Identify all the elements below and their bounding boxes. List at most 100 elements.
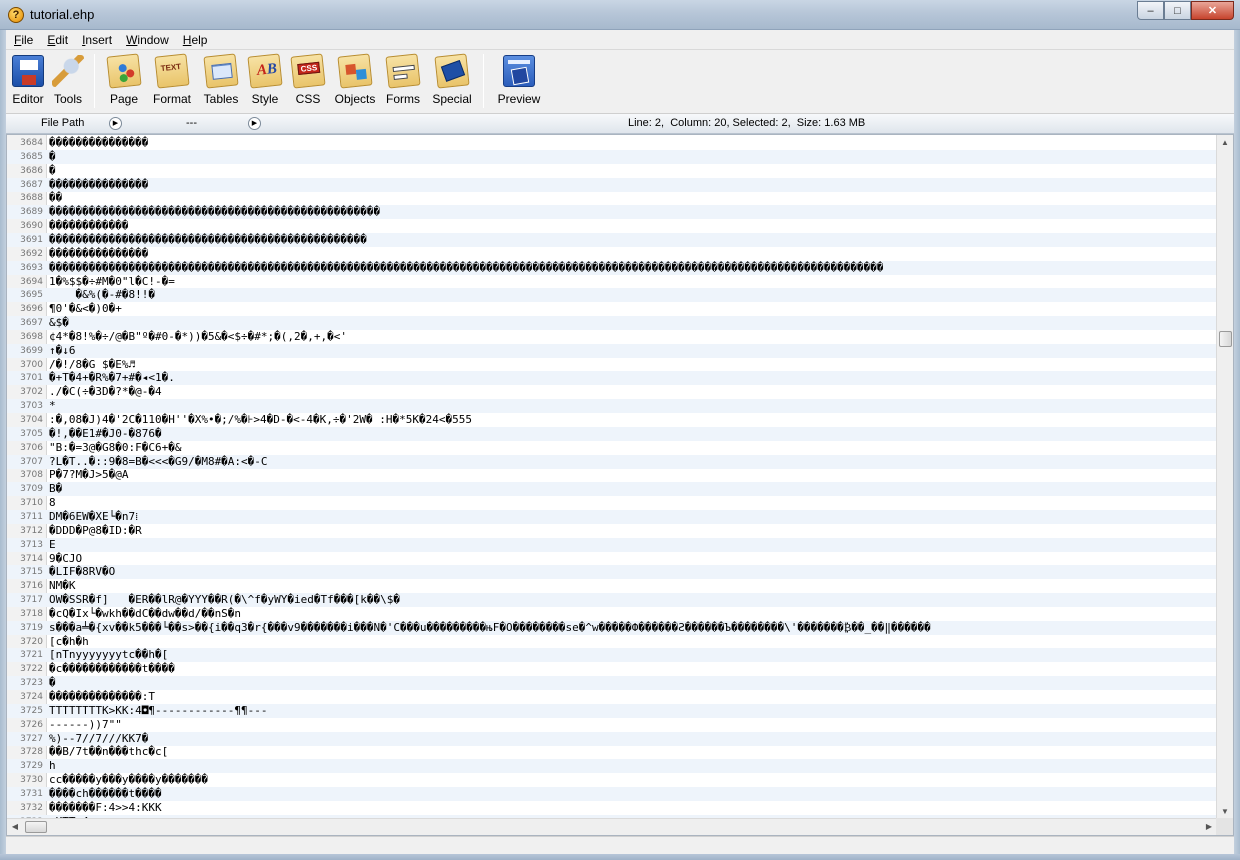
code-line[interactable]: 3703 *: [7, 399, 1217, 414]
code-line[interactable]: 3725 TTTTTTTTK>KK:4◘¶------------¶¶---: [7, 703, 1217, 718]
code-line[interactable]: 3690 ������������: [7, 219, 1217, 233]
code-line[interactable]: 3697 &$�: [7, 316, 1217, 331]
line-text: �: [49, 149, 56, 163]
code-line[interactable]: 3710 8: [7, 496, 1217, 510]
code-line[interactable]: 3707 ?L�T..�::9�8=B�<<<�G9/�M8#�A:<�-C: [7, 454, 1217, 469]
code-line[interactable]: 3702 ./�C(÷�3D�?*�@-�4: [7, 385, 1217, 399]
vertical-scroll-thumb[interactable]: [1219, 331, 1232, 347]
menu-item-help[interactable]: Help: [175, 33, 214, 47]
path-dropdown-arrow-icon[interactable]: ▶: [248, 117, 261, 130]
code-line[interactable]: 3684 ���������������: [7, 136, 1217, 150]
close-button[interactable]: ✕: [1191, 1, 1234, 20]
line-number: 3689: [20, 207, 43, 218]
format-label: Format: [152, 92, 191, 106]
code-line[interactable]: 3718 �cQ�Ix└�wkh��dC��dw��d/��nS�n: [7, 607, 1217, 621]
code-line[interactable]: 3692 ���������������: [7, 247, 1217, 261]
code-line[interactable]: 3689 ������������������������������������…: [7, 205, 1217, 220]
code-line[interactable]: 3686 �: [7, 164, 1217, 178]
page-button[interactable]: Page: [101, 50, 147, 110]
code-line[interactable]: 3724 ��������������:T: [7, 690, 1217, 704]
css-button[interactable]: CSS CSS: [285, 50, 331, 110]
code-line[interactable]: 3716 NM�K: [7, 579, 1217, 593]
code-line[interactable]: 3711 DM�6EW�XE└�n7⁞: [7, 509, 1217, 524]
file-path-label: File Path: [41, 117, 85, 129]
code-line[interactable]: 3713 E: [7, 537, 1217, 552]
scroll-right-icon[interactable]: ▶: [1201, 819, 1217, 835]
preview-button[interactable]: Preview: [490, 50, 548, 110]
special-icon: [434, 53, 470, 89]
line-number: 3686: [20, 165, 43, 176]
scroll-up-icon[interactable]: ▲: [1217, 135, 1233, 151]
code-line[interactable]: 3693 ������������������������������������…: [7, 260, 1217, 275]
line-text: %)--7//7///KK7�: [49, 731, 149, 745]
line-text: ?L�T..�::9�8=B�<<<�G9/�M8#�A:<�-C: [49, 454, 268, 468]
horizontal-scrollbar[interactable]: ◀ ▶: [7, 818, 1217, 835]
code-line[interactable]: 3700 /�!/8�G $�E%♬: [7, 358, 1217, 372]
code-line[interactable]: 3706 "B:�=3@�G8�0:F�C6+�&: [7, 441, 1217, 455]
forms-button[interactable]: Forms: [379, 50, 427, 110]
code-line[interactable]: 3732 �������F:4>>4:KKK: [7, 801, 1217, 815]
line-number: 3731: [20, 788, 43, 799]
line-text: ��������������:T: [49, 690, 155, 703]
special-button[interactable]: Special: [427, 50, 477, 110]
file-path-arrow-icon[interactable]: ▶: [109, 117, 122, 130]
code-line[interactable]: 3698 ¢4*�8!%�÷/@�B"º�#0-�*))�5&�<$÷�#*;�(…: [7, 330, 1217, 344]
code-line[interactable]: 3723 �: [7, 676, 1217, 691]
code-editor[interactable]: 3684 ��������������� 3685 � 3686 � 3687 �������…: [6, 134, 1234, 836]
code-line[interactable]: 3709 B�: [7, 482, 1217, 497]
code-line[interactable]: 3720 [c�h�h: [7, 635, 1217, 649]
code-line[interactable]: 3695 �&%(�-#�8!!�: [7, 288, 1217, 303]
line-number: 3729: [20, 761, 43, 772]
scroll-left-icon[interactable]: ◀: [7, 819, 23, 835]
code-line[interactable]: 3728 ��B/7t��n���thc�c[: [7, 745, 1217, 759]
code-line[interactable]: 3685 �: [7, 149, 1217, 164]
menu-item-edit[interactable]: Edit: [39, 33, 74, 47]
code-line[interactable]: 3688 ��: [7, 191, 1217, 205]
minimize-button[interactable]: –: [1137, 1, 1164, 20]
code-line[interactable]: 3694 1�%$$�÷#M�0"l�C!-�=: [7, 275, 1217, 289]
code-line[interactable]: 3715 �LIF�8RV�O: [7, 565, 1217, 580]
horizontal-scroll-thumb[interactable]: [25, 821, 47, 833]
scrollbar-corner: [1216, 818, 1233, 835]
object-shape: [355, 68, 367, 80]
line-number: 3732: [20, 802, 43, 813]
menu-label: elp: [191, 32, 208, 47]
style-button[interactable]: AB Style: [245, 50, 285, 110]
code-line[interactable]: 3714 9�CJO: [7, 552, 1217, 566]
window-controls: – □ ✕: [1137, 1, 1234, 21]
code-line[interactable]: 3696 ¶0'�&<�)0�+: [7, 302, 1217, 316]
menu-item-file[interactable]: File: [6, 33, 39, 47]
menu-item-insert[interactable]: Insert: [74, 33, 118, 47]
code-line[interactable]: 3727 %)--7//7///KK7�: [7, 731, 1217, 746]
code-line[interactable]: 3691 ������������������������������������…: [7, 232, 1217, 247]
tools-button[interactable]: Tools: [48, 50, 88, 110]
code-line[interactable]: 3719 s���a╧�{xv��k5���└��s>��{i��q3�r{���…: [7, 620, 1217, 635]
line-text: :�,08�J)4�'2C�110�H''�X%•�;/%�⊦>4�D-�<-4…: [49, 413, 472, 426]
toolbar-separator: [94, 54, 95, 108]
code-line[interactable]: 3708 P�7?M�J>5�@A: [7, 468, 1217, 482]
code-line[interactable]: 3699 ↑�↓6: [7, 343, 1217, 358]
code-line[interactable]: 3704:�,08�J)4�'2C�110�H''�X%•�;/%�⊦>4�D-…: [7, 413, 1217, 427]
tables-label: Tables: [203, 92, 239, 106]
code-line[interactable]: 3701 �+T�4+�R%�7+#�◂<1�.: [7, 371, 1217, 386]
menu-item-window[interactable]: Window: [118, 33, 175, 47]
code-line[interactable]: 3717 OW�SSR�f] �ER��lR@�YYY��R(�\^f�yWY�i…: [7, 593, 1217, 608]
code-line[interactable]: 3687 ���������������: [7, 177, 1217, 192]
code-line[interactable]: 3726 ------))7"": [7, 718, 1217, 732]
line-text: &$�: [49, 316, 69, 330]
code-line[interactable]: 3721 [nTnyyyyyyytc��h�[: [7, 648, 1217, 663]
code-line[interactable]: 3729 h: [7, 759, 1217, 774]
line-text: ------))7"": [49, 717, 122, 731]
editor-button[interactable]: Editor: [8, 50, 48, 110]
code-line[interactable]: 3731 ����ch������t����: [7, 786, 1217, 801]
vertical-scrollbar[interactable]: ▲ ▼: [1216, 135, 1233, 820]
code-line[interactable]: 3712 �DDD�P@8�ID:�R: [7, 524, 1217, 538]
code-line[interactable]: 3722 �c������������t����: [7, 662, 1217, 676]
code-line[interactable]: 3705 �!,��E1#�J0-�876�: [7, 426, 1217, 441]
maximize-button[interactable]: □: [1164, 1, 1191, 20]
line-number: 3709: [20, 484, 43, 495]
tables-button[interactable]: Tables: [197, 50, 245, 110]
code-line[interactable]: 3730 cc�����y���y����y�������: [7, 773, 1217, 787]
objects-button[interactable]: Objects: [331, 50, 379, 110]
format-button[interactable]: TEXT Format: [147, 50, 197, 110]
